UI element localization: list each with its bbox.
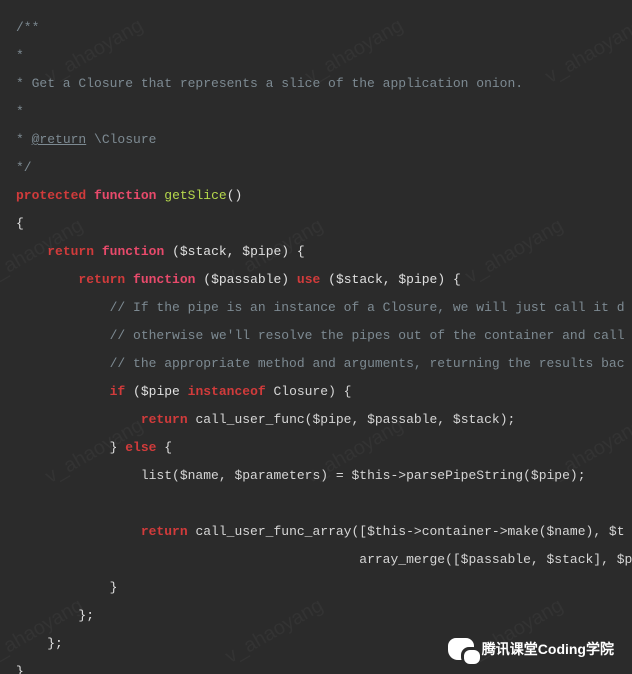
- brace: }: [16, 664, 24, 674]
- function-name: getSlice: [164, 188, 226, 203]
- keyword-function: function: [133, 272, 195, 287]
- brace: }: [110, 440, 126, 455]
- keyword-return: return: [141, 524, 188, 539]
- brace: };: [78, 608, 94, 623]
- keyword-instanceof: instanceof: [188, 384, 266, 399]
- brace: {: [156, 440, 172, 455]
- footer-label: 腾讯课堂Coding学院: [482, 639, 614, 659]
- brace: };: [47, 636, 63, 651]
- keyword-use: use: [297, 272, 320, 287]
- params: ($stack, $pipe) {: [172, 244, 305, 259]
- comment-line: *: [16, 104, 24, 119]
- comment-line: */: [16, 160, 32, 175]
- footer-attribution: 腾讯课堂Coding学院: [448, 638, 614, 660]
- keyword-protected: protected: [16, 188, 86, 203]
- code-block: /** * * Get a Closure that represents a …: [0, 0, 632, 674]
- comment-line: // otherwise we'll resolve the pipes out…: [110, 328, 625, 343]
- parens: (): [227, 188, 243, 203]
- use-params: ($stack, $pipe) {: [328, 272, 461, 287]
- call: call_user_func_array([$this->container->…: [195, 524, 624, 539]
- call: call_user_func($pipe, $passable, $stack)…: [195, 412, 515, 427]
- call: array_merge([$passable, $stack], $pa: [359, 552, 632, 567]
- statement: list($name, $parameters) = $this->parseP…: [141, 468, 586, 483]
- keyword-return: return: [47, 244, 94, 259]
- keyword-if: if: [110, 384, 126, 399]
- comment-line: * Get a Closure that represents a slice …: [16, 76, 523, 91]
- comment-line: * @return \Closure: [16, 132, 156, 147]
- keyword-function: function: [102, 244, 164, 259]
- if-cond: Closure) {: [266, 384, 352, 399]
- if-cond: ($pipe: [133, 384, 188, 399]
- comment-line: *: [16, 48, 24, 63]
- keyword-return: return: [141, 412, 188, 427]
- params: ($passable): [203, 272, 289, 287]
- comment-line: /**: [16, 20, 39, 35]
- brace: {: [16, 216, 24, 231]
- phpdoc-tag: @return: [32, 132, 87, 147]
- brace: }: [110, 580, 118, 595]
- keyword-else: else: [125, 440, 156, 455]
- keyword-return: return: [78, 272, 125, 287]
- comment-line: // If the pipe is an instance of a Closu…: [110, 300, 625, 315]
- keyword-function: function: [94, 188, 156, 203]
- wechat-icon: [448, 638, 474, 660]
- comment-line: // the appropriate method and arguments,…: [110, 356, 625, 371]
